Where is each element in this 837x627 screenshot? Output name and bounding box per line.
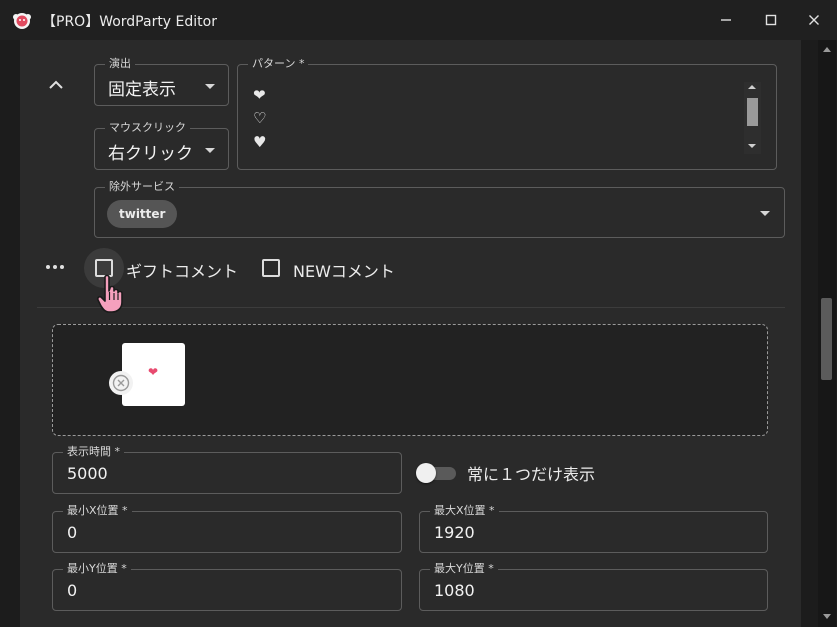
show-only-one-label: 常に１つだけ表示 [467, 465, 596, 484]
new-comment-checkbox[interactable] [262, 259, 280, 277]
max-y-value: 1080 [434, 581, 475, 600]
scroll-up-arrow-icon[interactable] [748, 85, 756, 89]
scrollbar-thumb[interactable] [821, 298, 832, 380]
scroll-down-arrow-icon[interactable] [823, 614, 831, 619]
close-button[interactable] [791, 0, 837, 40]
pattern-line: ❤ [253, 86, 266, 104]
maximize-icon [765, 14, 777, 26]
minimize-icon [721, 19, 731, 21]
app-logo-icon [13, 13, 31, 29]
chevron-down-icon [760, 211, 770, 216]
min-x-input[interactable]: 最小X位置 * 0 [52, 504, 402, 553]
window-scrollbar[interactable] [818, 40, 836, 627]
max-x-label: 最大X位置 * [430, 504, 499, 517]
show-only-one-toggle[interactable] [416, 463, 456, 483]
min-x-label: 最小X位置 * [63, 504, 132, 517]
gift-comment-label[interactable]: ギフトコメント [126, 258, 238, 282]
window-title: 【PRO】WordParty Editor [42, 14, 217, 30]
excluded-services-select[interactable]: 除外サービス twitter [94, 180, 785, 238]
dot-icon [60, 265, 64, 269]
new-comment-label[interactable]: NEWコメント [293, 258, 395, 282]
dot-icon [53, 265, 57, 269]
min-y-input[interactable]: 最小Y位置 * 0 [52, 562, 402, 611]
pattern-scrollbar-thumb[interactable] [747, 98, 758, 126]
min-x-value: 0 [67, 523, 78, 542]
section-divider [37, 307, 785, 308]
display-time-label: 表示時間 * [63, 445, 124, 458]
chevron-down-icon [205, 84, 215, 89]
chevron-up-icon[interactable] [47, 77, 65, 93]
maximize-button[interactable] [748, 0, 794, 40]
pattern-textarea[interactable]: パターン * ❤ ♡ ♥ [237, 57, 777, 170]
heart-preview-icon: ❤ [148, 365, 159, 379]
max-x-value: 1920 [434, 523, 475, 542]
scroll-down-arrow-icon[interactable] [748, 144, 756, 148]
max-y-label: 最大Y位置 * [430, 562, 498, 575]
max-x-input[interactable]: 最大X位置 * 1920 [419, 504, 768, 553]
close-icon [809, 15, 819, 25]
mouse-click-label: マウスクリック [105, 121, 190, 134]
effect-label: 演出 [105, 57, 135, 70]
scroll-up-arrow-icon[interactable] [823, 47, 831, 52]
effect-select[interactable]: 演出 固定表示 [94, 57, 229, 106]
mouse-click-select[interactable]: マウスクリック 右クリック [94, 121, 229, 170]
min-y-label: 最小Y位置 * [63, 562, 131, 575]
pattern-label: パターン * [248, 57, 309, 70]
excluded-services-label: 除外サービス [105, 180, 179, 193]
close-circle-icon [112, 374, 130, 392]
dot-icon [46, 265, 50, 269]
minimize-button[interactable] [703, 0, 749, 40]
service-chip[interactable]: twitter [107, 200, 178, 228]
effect-value: 固定表示 [108, 80, 176, 100]
pattern-line: ♥ [253, 133, 267, 151]
toggle-knob [416, 463, 436, 483]
chevron-down-icon [205, 148, 215, 153]
pattern-scrollbar[interactable] [744, 82, 761, 154]
image-dropzone[interactable]: ❤ [52, 324, 768, 436]
pattern-line: ♡ [253, 109, 267, 127]
hand-pointer-icon [96, 274, 123, 313]
image-thumbnail: ❤ [122, 343, 185, 406]
display-time-value: 5000 [67, 464, 108, 483]
more-options-button[interactable] [46, 262, 68, 272]
display-time-input[interactable]: 表示時間 * 5000 [52, 445, 402, 494]
remove-image-button[interactable] [109, 371, 133, 395]
max-y-input[interactable]: 最大Y位置 * 1080 [419, 562, 768, 611]
min-y-value: 0 [67, 581, 78, 600]
mouse-click-value: 右クリック [108, 144, 193, 164]
title-bar: 【PRO】WordParty Editor [0, 0, 837, 40]
